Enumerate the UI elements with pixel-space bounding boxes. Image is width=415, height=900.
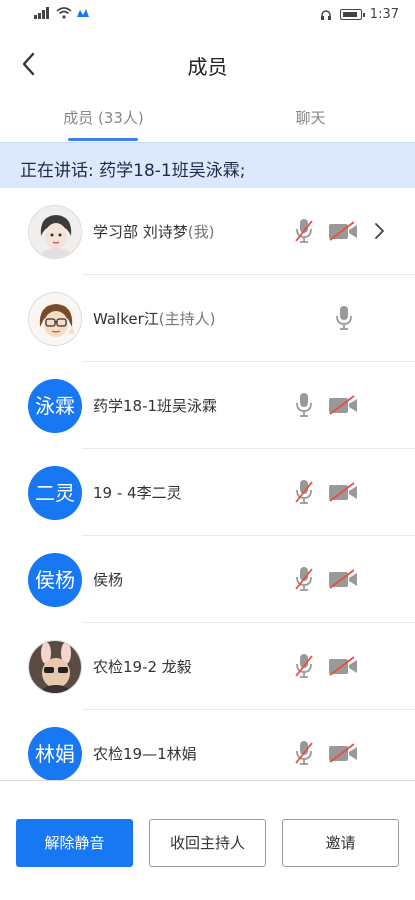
member-name: Walker江(主持人) bbox=[93, 308, 216, 329]
member-role-tag: (我) bbox=[187, 223, 215, 241]
member-name: 农检19—1林娟 bbox=[93, 743, 197, 764]
battery-icon bbox=[339, 9, 365, 20]
invite-button[interactable]: 邀请 bbox=[282, 819, 399, 867]
speaking-banner: 正在讲话: 药学18-1班吴泳霖; bbox=[0, 142, 415, 188]
mic-muted-icon[interactable] bbox=[294, 479, 314, 505]
tab-members[interactable]: 成员 (33人) bbox=[0, 100, 207, 142]
member-name: 侯杨 bbox=[93, 569, 123, 590]
member-row[interactable]: 林娟 农检19—1林娟 bbox=[0, 710, 415, 780]
mic-muted-icon[interactable] bbox=[294, 218, 314, 244]
avatar: 侯杨 bbox=[28, 553, 82, 607]
mic-on-icon[interactable] bbox=[334, 305, 354, 331]
active-tab-indicator bbox=[68, 138, 138, 141]
member-list[interactable]: 学习部 刘诗梦(我) Walker江(主持人) 泳霖 药学18-1班吴泳霖 二灵… bbox=[0, 188, 415, 780]
member-name-text: 农检19—1林娟 bbox=[93, 745, 197, 763]
member-name-text: 19 - 4李二灵 bbox=[93, 484, 182, 502]
revoke-host-button[interactable]: 收回主持人 bbox=[149, 819, 266, 867]
bottom-action-bar: 解除静音 收回主持人 邀请 bbox=[0, 780, 415, 900]
status-left bbox=[34, 7, 90, 19]
tab-bar: 成员 (33人) 聊天 bbox=[0, 100, 415, 142]
avatar bbox=[28, 292, 82, 346]
header: 成员 bbox=[0, 36, 415, 92]
camera-off-icon[interactable] bbox=[328, 395, 358, 415]
member-row[interactable]: 学习部 刘诗梦(我) bbox=[0, 188, 415, 275]
camera-off-icon[interactable] bbox=[328, 656, 358, 676]
member-row[interactable]: 泳霖 药学18-1班吴泳霖 bbox=[0, 362, 415, 449]
avatar: 二灵 bbox=[28, 466, 82, 520]
member-row[interactable]: Walker江(主持人) bbox=[0, 275, 415, 362]
mic-muted-icon[interactable] bbox=[294, 653, 314, 679]
chevron-right-icon[interactable] bbox=[372, 222, 386, 240]
avatar: 泳霖 bbox=[28, 379, 82, 433]
camera-off-icon[interactable] bbox=[328, 743, 358, 763]
member-name-text: 侯杨 bbox=[93, 571, 124, 589]
member-name-text: 药学18-1班吴泳霖 bbox=[93, 397, 218, 415]
status-time: 1:37 bbox=[369, 7, 399, 22]
avatar-illustration-icon bbox=[29, 206, 81, 258]
status-bar: 1:37 bbox=[0, 0, 415, 32]
unmute-button[interactable]: 解除静音 bbox=[16, 819, 133, 867]
member-name: 19 - 4李二灵 bbox=[93, 482, 182, 503]
status-right: 1:37 bbox=[320, 7, 399, 22]
avatar bbox=[28, 640, 82, 694]
mic-on-icon[interactable] bbox=[294, 392, 314, 418]
camera-off-icon[interactable] bbox=[328, 482, 358, 502]
speaking-text: 正在讲话: 药学18-1班吴泳霖; bbox=[20, 161, 246, 181]
member-row[interactable]: 侯杨 侯杨 bbox=[0, 536, 415, 623]
avatar-cartoon-icon bbox=[29, 293, 81, 345]
member-role-tag: (主持人) bbox=[158, 310, 216, 328]
tab-chat[interactable]: 聊天 bbox=[207, 100, 414, 142]
app-notification-icon bbox=[77, 9, 89, 17]
member-name: 药学18-1班吴泳霖 bbox=[93, 395, 217, 416]
page-title: 成员 bbox=[187, 55, 228, 79]
member-row[interactable]: 二灵 19 - 4李二灵 bbox=[0, 449, 415, 536]
avatar-photo-icon bbox=[29, 641, 81, 693]
member-name: 农检19-2 龙毅 bbox=[93, 656, 192, 677]
member-name-text: Walker江 bbox=[93, 310, 159, 328]
mic-muted-icon[interactable] bbox=[294, 740, 314, 766]
wifi-icon bbox=[56, 7, 72, 19]
camera-off-icon[interactable] bbox=[328, 569, 358, 589]
member-name: 学习部 刘诗梦(我) bbox=[93, 221, 215, 242]
member-name-text: 学习部 刘诗梦 bbox=[93, 223, 188, 241]
camera-off-icon[interactable] bbox=[328, 221, 358, 241]
avatar bbox=[28, 205, 82, 259]
headphone-icon bbox=[320, 9, 331, 20]
avatar: 林娟 bbox=[28, 727, 82, 780]
mic-muted-icon[interactable] bbox=[294, 566, 314, 592]
member-name-text: 农检19-2 龙毅 bbox=[93, 658, 192, 676]
signal-icon bbox=[34, 7, 49, 19]
member-row[interactable]: 农检19-2 龙毅 bbox=[0, 623, 415, 710]
